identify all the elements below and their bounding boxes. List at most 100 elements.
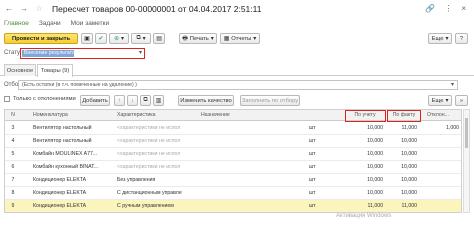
reports-button[interactable]: ▦ Отчеты ▾	[220, 33, 260, 44]
cell-char[interactable]: <характеристики не испол	[117, 122, 207, 135]
cell-n[interactable]: 8	[7, 187, 19, 200]
header-by-book[interactable]: По учету	[345, 110, 385, 121]
table-row[interactable]: 9 Кондиционер ELEKTA С ручным управлением ш…	[5, 200, 461, 212]
cell-book[interactable]: 10,000	[345, 135, 383, 148]
header-purpose[interactable]: Назначение	[201, 110, 281, 121]
cell-book[interactable]: 10,000	[345, 122, 383, 135]
cell-fact[interactable]: 10,000	[387, 148, 417, 161]
favorite-star-icon[interactable]: ☆	[34, 4, 44, 14]
cell-name[interactable]: Комбайн кухонный BINAT...	[33, 161, 113, 174]
cell-dev[interactable]: 1,000	[425, 122, 459, 135]
cell-name[interactable]: Кондиционер ELEKTA	[33, 187, 113, 200]
cell-char[interactable]: Без управления	[117, 174, 207, 187]
create-based-on-button[interactable]: ⊕ ▾	[109, 33, 129, 44]
cell-name[interactable]: Кондиционер ELEKTA	[33, 174, 113, 187]
cell-dev[interactable]	[425, 148, 459, 161]
filter-select[interactable]: (Есть остатки (в т.ч. помеченные на удал…	[18, 80, 458, 90]
cell-char[interactable]: С ручным управлением	[117, 200, 207, 212]
link-icon[interactable]: 🔗	[425, 4, 435, 13]
cell-name[interactable]: Вентилятор настольный	[33, 135, 113, 148]
cell-name[interactable]: Комбайн MOULINEX A77...	[33, 148, 113, 161]
change-quantity-button[interactable]: Изменить качество	[178, 95, 234, 106]
cell-book[interactable]: 10,000	[345, 187, 383, 200]
chevron-down-icon[interactable]: ▾	[451, 81, 454, 89]
table-row[interactable]: 4 Вентилятор настольный <характеристики не…	[5, 135, 461, 148]
cell-n[interactable]: 7	[7, 174, 19, 187]
header-by-fact[interactable]: По факту	[389, 110, 419, 121]
forward-icon[interactable]: →	[19, 4, 29, 14]
move-down-button[interactable]: ↓	[127, 95, 138, 106]
cell-unit[interactable]: шт	[309, 148, 337, 161]
cell-dev[interactable]	[425, 174, 459, 187]
deviations-only-checkbox[interactable]	[4, 96, 10, 102]
table-more-button[interactable]: Еще ▾	[428, 95, 452, 106]
tab-main[interactable]: Главное	[4, 20, 29, 27]
help-button[interactable]: ?	[455, 33, 468, 44]
move-up-button[interactable]: ↑	[114, 95, 125, 106]
more-button[interactable]: Еще ▾	[428, 33, 452, 44]
tab-tasks[interactable]: Задачи	[39, 20, 61, 27]
fill-by-selection-button[interactable]: Заполнить по отбору	[240, 95, 300, 106]
cell-fact[interactable]: 10,000	[387, 187, 417, 200]
add-button[interactable]: Добавить	[80, 95, 110, 106]
cell-char[interactable]: С дистанционным управле	[117, 187, 207, 200]
cell-n[interactable]: 6	[7, 161, 19, 174]
cell-fact[interactable]: 11,000	[387, 200, 417, 212]
related-documents-button[interactable]: ⧉ ▾	[131, 33, 151, 44]
table-row[interactable]: 3 Вентилятор настольный <характеристики не…	[5, 122, 461, 135]
cell-fact[interactable]: 10,000	[387, 161, 417, 174]
header-unit[interactable]	[309, 110, 337, 121]
table-row[interactable]: 6 Комбайн кухонный BINAT... <характеристик…	[5, 161, 461, 174]
copy-row-button[interactable]: ⧉	[140, 95, 151, 106]
cell-unit[interactable]: шт	[309, 187, 337, 200]
table-row[interactable]: 7 Кондиционер ELEKTA Без управления шт 10,00…	[5, 174, 461, 187]
tab-goods[interactable]: Товары (9)	[37, 64, 73, 77]
cell-name[interactable]: Кондиционер ELEKTA	[33, 200, 113, 212]
cell-dev[interactable]	[425, 135, 459, 148]
post-and-close-button[interactable]: Провести и закрыть	[4, 33, 78, 44]
menu-icon[interactable]: ⋮	[444, 4, 452, 13]
barcode-button[interactable]: ▥	[153, 95, 164, 106]
close-icon[interactable]: ×	[461, 4, 466, 13]
cell-book[interactable]: 10,000	[345, 161, 383, 174]
cell-fact[interactable]: 11,000	[387, 122, 417, 135]
header-deviation[interactable]: Отклон...	[427, 110, 461, 121]
cell-name[interactable]: Вентилятор настольный	[33, 122, 113, 135]
cell-char[interactable]: <характеристики не испол	[117, 161, 207, 174]
tab-basic[interactable]: Основное	[4, 64, 36, 76]
cell-char[interactable]: <характеристики не испол	[117, 148, 207, 161]
cell-dev[interactable]	[425, 161, 459, 174]
scrollbar-thumb[interactable]	[465, 118, 468, 148]
cell-book[interactable]: 10,000	[345, 174, 383, 187]
table-scroll-right-button[interactable]: »	[455, 95, 468, 106]
cell-n[interactable]: 5	[7, 148, 19, 161]
chevron-down-icon[interactable]: ▾	[139, 49, 142, 56]
structure-button[interactable]: ▤	[153, 33, 165, 44]
table-row[interactable]: 8 Кондиционер ELEKTA С дистанционным управ…	[5, 187, 461, 200]
header-n[interactable]: N	[7, 110, 19, 121]
table-row[interactable]: 5 Комбайн MOULINEX A77... <характеристики …	[5, 148, 461, 161]
status-select[interactable]: Внесение результатов ▾	[20, 48, 145, 59]
print-button[interactable]: 🖶 Печать ▾	[179, 33, 217, 44]
header-nomenclature[interactable]: Номенклатура	[33, 110, 113, 121]
cell-fact[interactable]: 10,000	[387, 135, 417, 148]
vertical-scrollbar[interactable]	[463, 109, 470, 213]
cell-unit[interactable]: шт	[309, 135, 337, 148]
cell-unit[interactable]: шт	[309, 122, 337, 135]
cell-char[interactable]: <характеристики не испол	[117, 135, 207, 148]
cell-unit[interactable]: шт	[309, 200, 337, 212]
header-characteristic[interactable]: Характеристика	[117, 110, 197, 121]
cell-unit[interactable]: шт	[309, 174, 337, 187]
cell-dev[interactable]	[425, 187, 459, 200]
back-icon[interactable]: ←	[4, 4, 14, 14]
cell-book[interactable]: 11,000	[345, 200, 383, 212]
cell-n[interactable]: 9	[7, 200, 19, 212]
tab-notes[interactable]: Мои заметки	[71, 20, 109, 27]
cell-book[interactable]: 10,000	[345, 148, 383, 161]
cell-n[interactable]: 4	[7, 135, 19, 148]
save-button[interactable]: ▣	[81, 33, 93, 44]
cell-unit[interactable]: шт	[309, 161, 337, 174]
cell-fact[interactable]: 10,000	[387, 174, 417, 187]
cell-n[interactable]: 3	[7, 122, 19, 135]
cell-dev[interactable]	[425, 200, 459, 212]
